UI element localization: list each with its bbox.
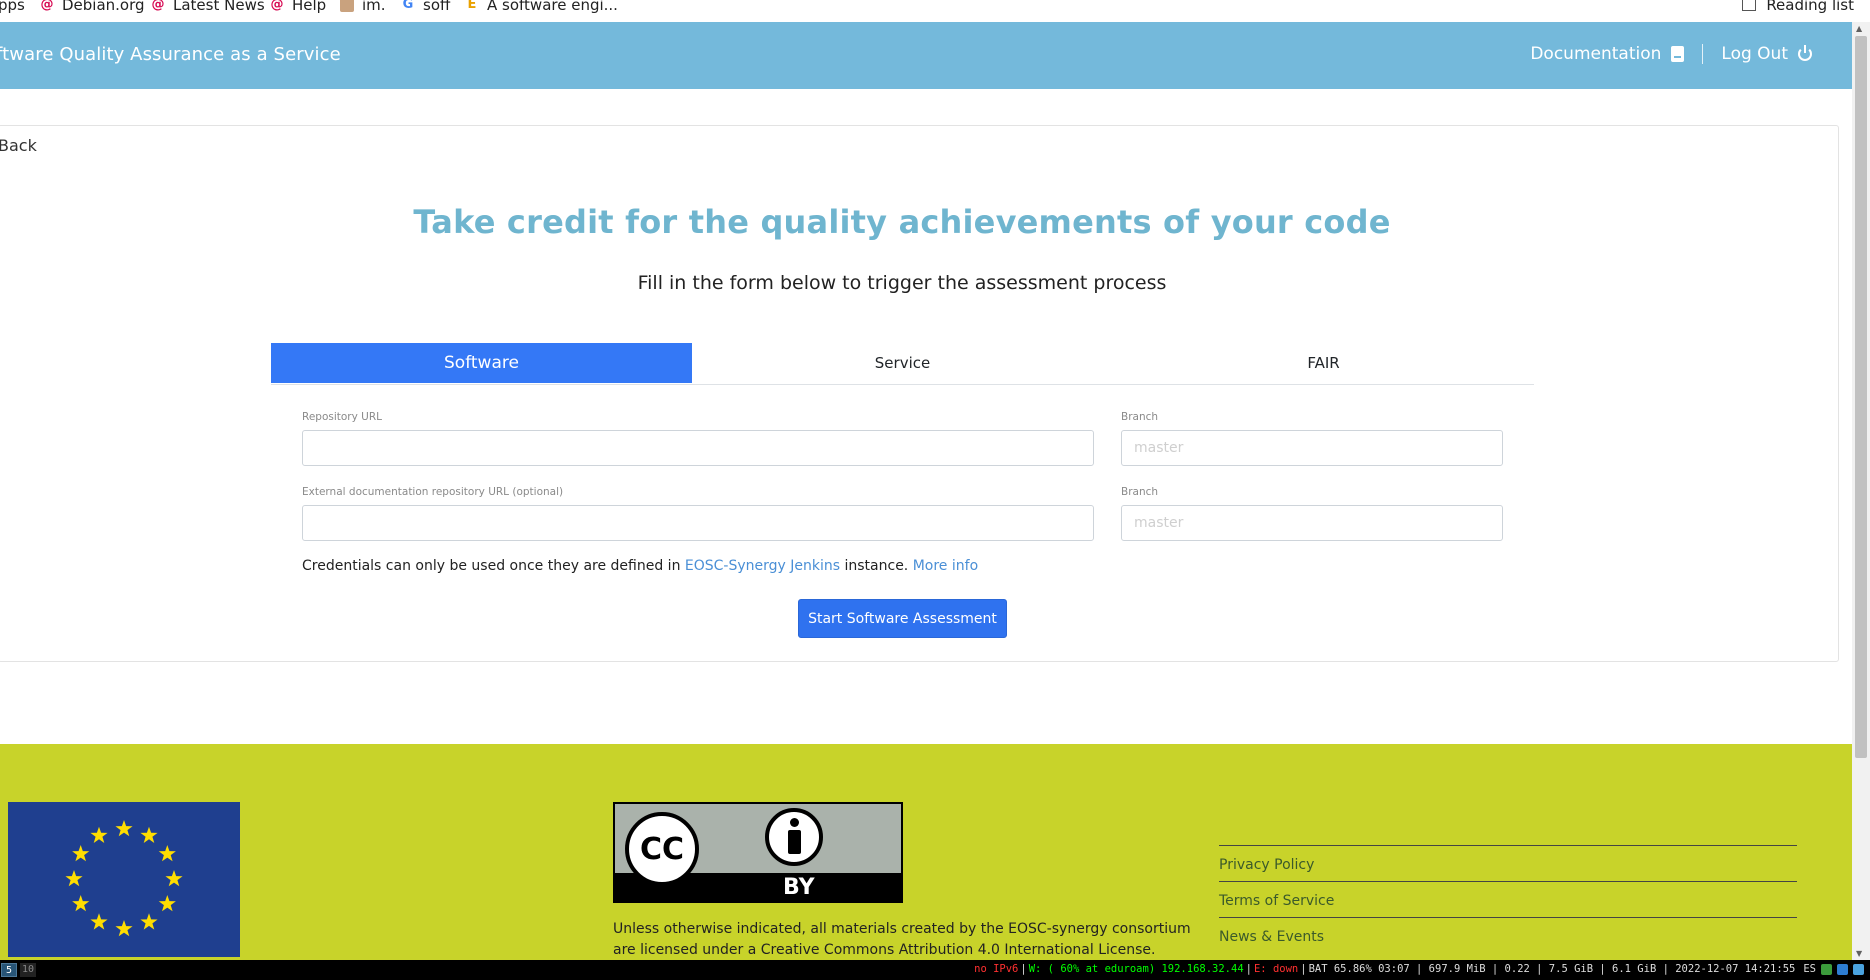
bookmark-label: Latest News: [173, 0, 265, 14]
bookmarks-bar: pps @ Debian.org @ Latest News @ Help im…: [0, 0, 1870, 22]
eu-stars-icon: [65, 820, 183, 937]
logout-label: Log Out: [1721, 44, 1788, 64]
external-doc-branch-input[interactable]: [1121, 505, 1503, 541]
tray-chat-icon[interactable]: [1853, 963, 1864, 975]
ipv6-status: no IPv6: [974, 963, 1019, 975]
bookmark-debian[interactable]: @ Debian.org: [40, 0, 145, 14]
bookmark-software-engi[interactable]: E A software engi...: [465, 0, 618, 14]
documentation-label: Documentation: [1530, 44, 1662, 64]
start-assessment-button[interactable]: Start Software Assessment: [798, 599, 1007, 638]
eosc-jenkins-link[interactable]: EOSC-Synergy Jenkins: [685, 558, 840, 574]
book-icon: [1671, 46, 1685, 62]
eu-star-icon: [90, 826, 108, 843]
assessment-tabs: Software Service FAIR: [271, 343, 1534, 385]
cc-by-text: BY: [783, 875, 815, 900]
credentials-text-middle: instance.: [840, 558, 913, 574]
documentation-link[interactable]: Documentation: [1530, 44, 1685, 64]
attribution-person-icon: [765, 808, 823, 866]
bookmark-latest-news[interactable]: @ Latest News: [151, 0, 265, 14]
license-text: Unless otherwise indicated, all material…: [613, 921, 1191, 958]
page-title: Take credit for the quality achievements…: [413, 203, 1391, 241]
workspace-button-active[interactable]: 5: [1, 963, 17, 977]
tab-software[interactable]: Software: [271, 343, 692, 383]
scroll-down-arrow-icon[interactable]: ▼: [1856, 949, 1862, 958]
power-icon: [1798, 45, 1812, 61]
credentials-note: Credentials can only be used once they a…: [302, 558, 978, 574]
debian-swirl-icon: @: [40, 0, 54, 12]
page-subtitle: Fill in the form below to trigger the as…: [637, 272, 1167, 294]
news-events-link[interactable]: News & Events: [1219, 917, 1797, 953]
cc-by-badge[interactable]: CC BY: [613, 802, 903, 903]
repository-url-input[interactable]: [302, 430, 1094, 466]
keyboard-layout: ES: [1803, 963, 1816, 975]
nav-divider: [1702, 44, 1704, 64]
eu-star-icon: [72, 895, 90, 912]
google-icon: G: [402, 0, 414, 12]
repository-url-label: Repository URL: [302, 411, 383, 423]
site-header: ftware Quality Assurance as a Service Do…: [0, 22, 1852, 89]
reading-list-icon: [1742, 0, 1757, 11]
external-doc-url-label: External documentation repository URL (o…: [302, 486, 564, 498]
reading-list-button[interactable]: Reading list: [1742, 0, 1854, 14]
logout-link[interactable]: Log Out: [1721, 44, 1812, 64]
external-doc-url-input[interactable]: [302, 505, 1094, 541]
bookmark-label: Help: [292, 0, 327, 14]
eu-star-icon: [165, 870, 183, 887]
footer-links: Privacy Policy Terms of Service News & E…: [1219, 845, 1797, 953]
workspace-button[interactable]: 10: [20, 963, 36, 977]
eu-star-icon: [140, 913, 158, 930]
status-info: no IPv6 | W: ( 60% at eduroam) 192.168.3…: [974, 963, 1864, 975]
etymology-icon: E: [467, 0, 477, 12]
eu-star-icon: [72, 845, 90, 862]
cc-logo-icon: CC: [625, 812, 699, 886]
header-nav: Documentation Log Out: [1530, 44, 1812, 64]
tab-fair[interactable]: FAIR: [1113, 343, 1534, 383]
eu-star-icon: [65, 870, 83, 887]
terms-of-service-link[interactable]: Terms of Service: [1219, 881, 1797, 917]
reading-list-label: Reading list: [1766, 0, 1854, 14]
eu-flag-logo: [8, 802, 240, 957]
branch2-label: Branch: [1121, 486, 1159, 498]
bookmark-label: A software engi...: [487, 0, 618, 14]
eu-star-icon: [158, 895, 176, 912]
debian-swirl-icon: @: [151, 0, 165, 12]
page-scrollbar[interactable]: ▲ ▼: [1852, 22, 1870, 960]
eu-star-icon: [115, 820, 133, 837]
system-status-bar: 5 10 no IPv6 | W: ( 60% at eduroam) 192.…: [0, 960, 1870, 980]
branch-label: Branch: [1121, 411, 1159, 423]
tray-app-icon[interactable]: [1837, 963, 1848, 975]
avatar-face-icon: [340, 0, 354, 12]
bookmark-label: im.: [362, 0, 386, 14]
person-body: [788, 830, 801, 854]
ethernet-status: E: down: [1253, 963, 1299, 975]
person-head: [790, 818, 799, 827]
scrollbar-thumb[interactable]: [1855, 36, 1867, 758]
tray-network-icon[interactable]: [1821, 963, 1832, 975]
scroll-up-arrow-icon[interactable]: ▲: [1856, 24, 1862, 33]
debian-swirl-icon: @: [270, 0, 284, 12]
tab-service[interactable]: Service: [692, 343, 1113, 383]
bookmark-im[interactable]: im.: [340, 0, 386, 14]
bookmark-label: soff: [423, 0, 451, 14]
branch-input[interactable]: [1121, 430, 1503, 466]
system-stats: BAT 65.86% 03:07 | 697.9 MiB | 0.22 | 7.…: [1308, 963, 1796, 975]
credentials-text: Credentials can only be used once they a…: [302, 558, 685, 574]
bookmark-label: pps: [0, 0, 25, 14]
brand-title[interactable]: ftware Quality Assurance as a Service: [0, 44, 341, 65]
eu-star-icon: [158, 845, 176, 862]
site-footer: CC BY Unless otherwise indicated, all ma…: [0, 744, 1852, 960]
eu-star-icon: [140, 826, 158, 843]
bookmark-label: Debian.org: [62, 0, 145, 14]
bookmark-help[interactable]: @ Help: [270, 0, 327, 14]
wifi-status: W: ( 60% at eduroam) 192.168.32.44: [1028, 963, 1244, 975]
more-info-link[interactable]: More info: [913, 558, 978, 574]
eu-star-icon: [115, 920, 133, 937]
bookmark-soff[interactable]: G soff: [401, 0, 451, 14]
privacy-policy-link[interactable]: Privacy Policy: [1219, 845, 1797, 881]
back-link[interactable]: Back: [0, 136, 37, 155]
bookmark-apps[interactable]: pps: [0, 0, 25, 14]
eu-star-icon: [90, 913, 108, 930]
